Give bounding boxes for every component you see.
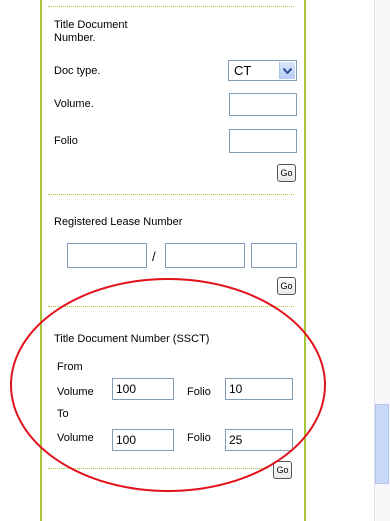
to-folio-input[interactable] [225,429,293,451]
from-label: From [57,361,83,373]
from-volume-input[interactable] [112,378,174,400]
separator [48,6,294,7]
to-label: To [57,408,69,420]
from-folio-label: Folio [187,386,211,398]
lease-field-1[interactable] [67,243,147,268]
lease-heading: Registered Lease Number [54,216,183,228]
doc-type-label: Doc type. [54,65,101,77]
doc-type-value: CT [234,63,252,78]
chevron-down-icon[interactable] [279,62,295,79]
lease-go-button[interactable]: Go [277,277,296,295]
lease-field-2[interactable] [165,243,245,268]
to-volume-input[interactable] [112,429,174,451]
ssct-go-button[interactable]: Go [273,461,292,479]
volume-label: Volume. [54,98,94,110]
to-folio-label: Folio [187,432,211,444]
lease-separator: / [152,249,156,264]
doc-type-select[interactable]: CT [228,60,297,81]
lease-field-3[interactable] [251,243,297,268]
folio-input[interactable] [229,129,297,153]
from-folio-input[interactable] [225,378,293,400]
from-volume-label: Volume [57,386,94,398]
separator [48,194,294,195]
scrollbar-thumb[interactable] [375,404,389,484]
title-doc-go-button[interactable]: Go [277,164,296,182]
separator [48,306,294,307]
ssct-heading: Title Document Number (SSCT) [54,333,210,345]
title-doc-heading: Title Document Number. [54,19,128,44]
volume-input[interactable] [229,93,297,116]
to-volume-label: Volume [57,432,94,444]
folio-label: Folio [54,135,78,147]
separator [48,468,268,469]
